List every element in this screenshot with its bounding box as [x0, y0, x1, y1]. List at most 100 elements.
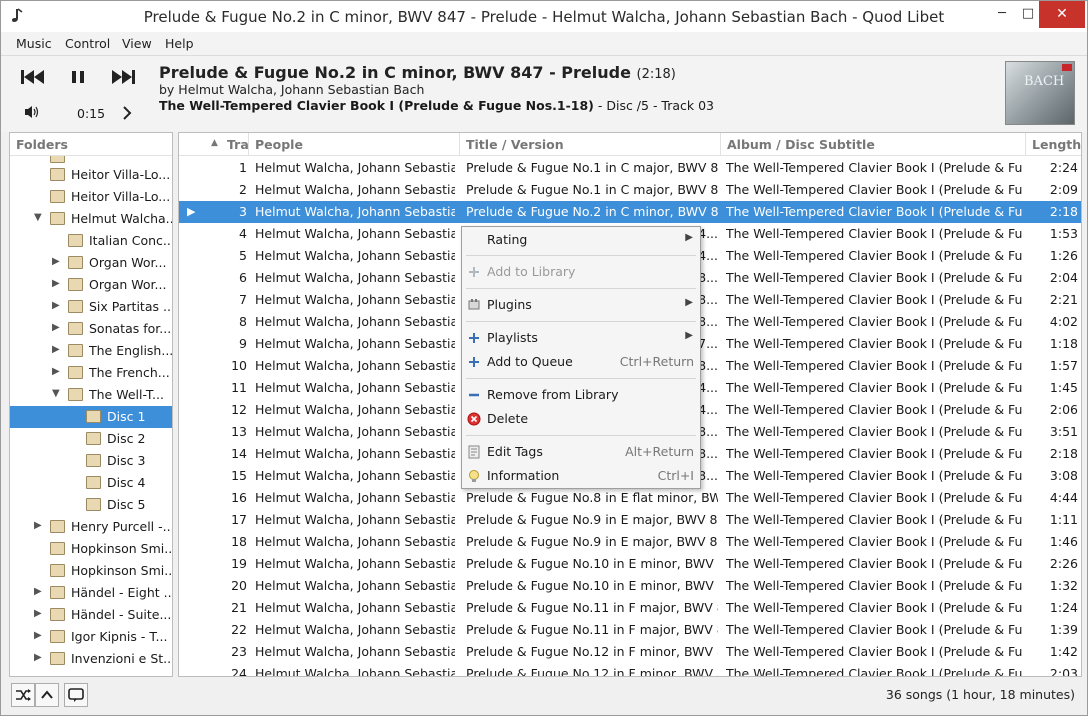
expander-right-icon[interactable]: ▶ [52, 366, 60, 377]
people-cell: Helmut Walcha, Johann Sebastia... [255, 666, 455, 677]
folder-item[interactable]: ▶ Händel - Eight ... [10, 582, 172, 604]
folder-item[interactable]: ▼ Helmut Walcha... [10, 208, 172, 230]
volume-icon[interactable] [24, 105, 40, 119]
people-cell: Helmut Walcha, Johann Sebastia... [255, 490, 455, 505]
folder-item[interactable]: Disc 1 [10, 406, 172, 428]
folder-item[interactable]: Heitor Villa-Lo... [10, 186, 172, 208]
expander-right-icon[interactable]: ▶ [34, 586, 42, 597]
folder-icon [86, 498, 101, 511]
folder-item[interactable]: ▶ Invenzioni e St... [10, 648, 172, 670]
folder-icon [50, 190, 65, 203]
expander-right-icon[interactable]: ▶ [52, 322, 60, 333]
seek-chevron-right-icon[interactable] [122, 106, 132, 120]
song-row[interactable]: 23 Helmut Walcha, Johann Sebastia... Prelu… [179, 641, 1081, 663]
folder-item[interactable]: ▶ Händel - Suite... [10, 604, 172, 626]
expander-right-icon[interactable]: ▶ [34, 608, 42, 619]
expander-down-icon[interactable]: ▼ [52, 388, 60, 399]
position-label: 0:15 [77, 106, 106, 121]
shuffle-icon [16, 689, 31, 701]
album-cell: The Well-Tempered Clavier Book I (Prelud… [726, 644, 1022, 659]
separator [466, 321, 696, 322]
folder-icon [68, 322, 83, 335]
column-album[interactable]: Album / Disc Subtitle [721, 133, 1026, 156]
song-row[interactable]: 16 Helmut Walcha, Johann Sebastia... Prelu… [179, 487, 1081, 509]
song-row[interactable]: 1 Helmut Walcha, Johann Sebastia... Prelud… [179, 157, 1081, 179]
expander-right-icon[interactable]: ▶ [34, 520, 42, 531]
folder-item[interactable]: ▶ Sonatas for... [10, 318, 172, 340]
queue-button[interactable] [64, 683, 88, 707]
pause-icon[interactable] [70, 69, 86, 85]
menu-edit-tags[interactable]: Edit Tags Alt+Return [462, 441, 700, 463]
remove-icon [469, 393, 479, 397]
expander-right-icon[interactable]: ▶ [52, 344, 60, 355]
folder-item[interactable]: Hopkinson Smi... [10, 560, 172, 582]
folders-pane[interactable]: Folders Heitor Villa-Lo... Heitor Villa-L… [9, 132, 173, 677]
folder-item[interactable]: Disc 5 [10, 494, 172, 516]
folder-item[interactable]: Hopkinson Smi... [10, 538, 172, 560]
folder-icon [50, 652, 65, 665]
expander-down-icon[interactable]: ▼ [34, 212, 42, 223]
folder-item[interactable]: Heitor Villa-Lo... [10, 164, 172, 186]
folder-item[interactable]: ▶ The English... [10, 340, 172, 362]
expander-right-icon[interactable]: ▶ [34, 652, 42, 663]
title-cell: Prelude & Fugue No.11 in F major, BWV 8.… [466, 622, 718, 637]
song-row[interactable]: 17 Helmut Walcha, Johann Sebastia... Prelu… [179, 509, 1081, 531]
menu-add-to-library[interactable]: Add to Library [462, 261, 700, 283]
song-row[interactable]: 18 Helmut Walcha, Johann Sebastia... Prelu… [179, 531, 1081, 553]
shuffle-button[interactable] [11, 683, 35, 707]
title-cell: Prelude & Fugue No.9 in E major, BWV 85.… [466, 512, 718, 527]
column-title[interactable]: Title / Version [460, 133, 721, 156]
album-cell: The Well-Tempered Clavier Book I (Prelud… [726, 270, 1022, 285]
menu-plugins[interactable]: Plugins ▶ [462, 294, 700, 316]
song-row[interactable]: 22 Helmut Walcha, Johann Sebastia... Prelu… [179, 619, 1081, 641]
length-cell: 1:46 [1049, 534, 1078, 549]
menu-delete[interactable]: Delete [462, 408, 700, 430]
folder-item[interactable]: ▶ Organ Wor... [10, 274, 172, 296]
folder-item[interactable]: ▶ Organ Wor... [10, 252, 172, 274]
folder-icon [68, 300, 83, 313]
folder-icon [50, 630, 65, 643]
song-row[interactable]: 19 Helmut Walcha, Johann Sebastia... Prelu… [179, 553, 1081, 575]
menu-music[interactable]: Music [16, 36, 52, 51]
folders-header[interactable]: Folders [10, 133, 172, 156]
column-track[interactable]: ▲ Tra [179, 133, 249, 156]
length-cell: 1:26 [1049, 248, 1078, 263]
length-cell: 2:21 [1049, 292, 1078, 307]
song-row[interactable]: 24 Helmut Walcha, Johann Sebastia... Prelu… [179, 663, 1081, 677]
title-cell: Prelude & Fugue No.12 in F minor, BWV 8.… [466, 666, 718, 677]
album-cover[interactable]: BACH [1005, 61, 1075, 125]
menu-rating[interactable]: Rating ▶ [462, 229, 700, 251]
folder-icon [68, 234, 83, 247]
close-button[interactable]: ✕ [1039, 1, 1085, 28]
menu-remove-from-library[interactable]: Remove from Library [462, 384, 700, 406]
expander-right-icon[interactable]: ▶ [52, 278, 60, 289]
expander-right-icon[interactable]: ▶ [52, 300, 60, 311]
menu-view[interactable]: View [122, 36, 152, 51]
song-row[interactable]: ▶ 3 Helmut Walcha, Johann Sebastia... Prelu… [179, 201, 1081, 223]
song-row[interactable]: 21 Helmut Walcha, Johann Sebastia... Prelu… [179, 597, 1081, 619]
folder-item[interactable]: ▶ Henry Purcell -... [10, 516, 172, 538]
menu-information[interactable]: Information Ctrl+I [462, 465, 700, 487]
menu-add-to-queue[interactable]: Add to Queue Ctrl+Return [462, 351, 700, 373]
folder-item[interactable]: Disc 2 [10, 428, 172, 450]
folder-item[interactable]: ▶ Six Partitas ... [10, 296, 172, 318]
repeat-button[interactable] [35, 683, 59, 707]
folder-item[interactable]: Italian Conc... [10, 230, 172, 252]
folder-item[interactable]: ▼ The Well-T... [10, 384, 172, 406]
column-people[interactable]: People [249, 133, 460, 156]
menu-help[interactable]: Help [165, 36, 194, 51]
folder-item[interactable]: ▶ The French... [10, 362, 172, 384]
folder-item[interactable]: Disc 4 [10, 472, 172, 494]
menu-playlists[interactable]: Playlists ▶ [462, 327, 700, 349]
folder-item[interactable]: Disc 3 [10, 450, 172, 472]
song-row[interactable]: 2 Helmut Walcha, Johann Sebastia... Prelud… [179, 179, 1081, 201]
expander-right-icon[interactable]: ▶ [34, 630, 42, 641]
next-icon[interactable] [110, 69, 136, 85]
expander-right-icon[interactable]: ▶ [52, 256, 60, 267]
previous-icon[interactable] [20, 69, 46, 85]
column-length[interactable]: Length [1026, 133, 1081, 156]
menu-control[interactable]: Control [65, 36, 110, 51]
folder-item[interactable]: ▶ Igor Kipnis - T... [10, 626, 172, 648]
folder-label: Disc 2 [107, 431, 146, 446]
song-row[interactable]: 20 Helmut Walcha, Johann Sebastia... Prelu… [179, 575, 1081, 597]
